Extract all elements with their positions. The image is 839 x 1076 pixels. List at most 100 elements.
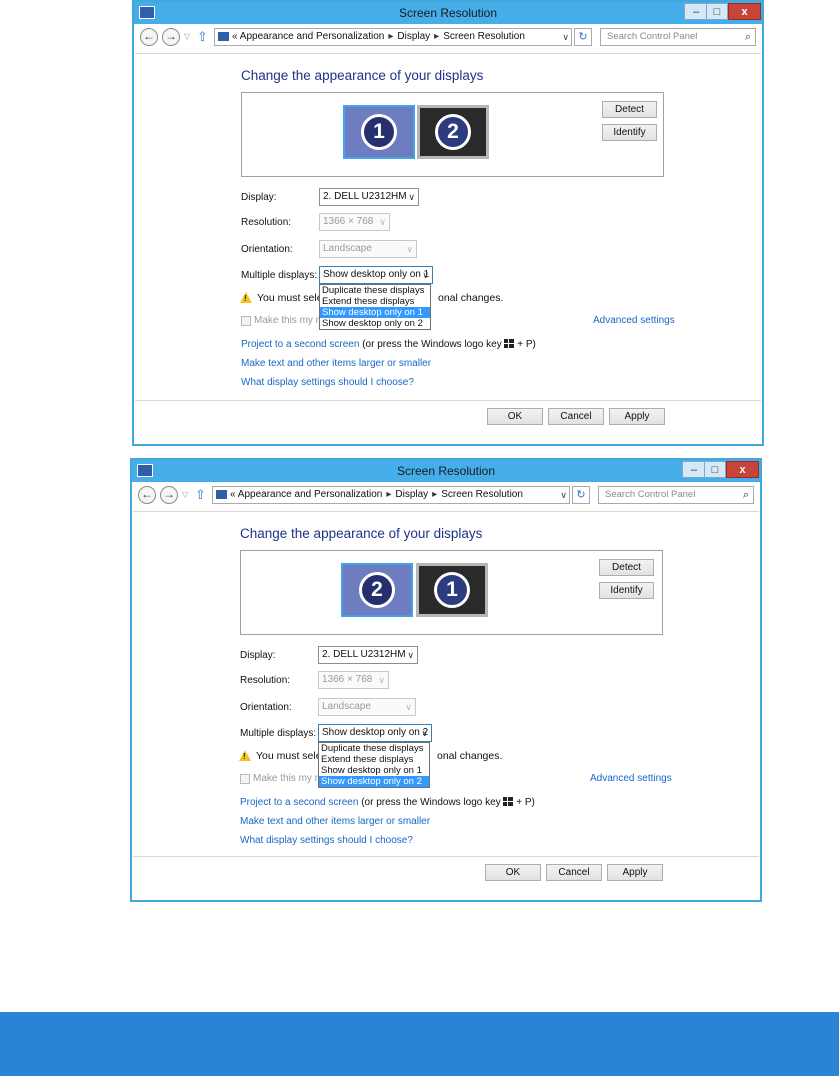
back-arrow-icon[interactable]: ← — [138, 486, 156, 504]
minimize-button[interactable]: – — [682, 461, 706, 478]
advanced-settings-link[interactable]: Advanced settings — [593, 315, 675, 326]
project-second-screen-line: Project to a second screen (or press the… — [240, 797, 535, 808]
search-icon[interactable]: ⌕ — [743, 487, 749, 503]
forward-arrow-icon[interactable]: → — [160, 486, 178, 504]
up-arrow-icon[interactable]: ⇧ — [195, 487, 206, 503]
detect-button[interactable]: Detect — [599, 559, 654, 576]
breadcrumb-item[interactable]: Screen Resolution — [441, 489, 523, 500]
search-placeholder: Search Control Panel — [605, 489, 696, 500]
monitor-1[interactable]: 1 — [343, 105, 415, 159]
address-bar[interactable]: « Appearance and Personalization ▸ Display… — [214, 28, 572, 46]
windows-logo-icon — [504, 339, 515, 348]
monitor-arrangement-area: 1 2 Detect Identify — [241, 92, 664, 177]
recent-pages-chevron-icon[interactable]: ▽ — [184, 32, 190, 41]
maximize-button[interactable]: □ — [704, 461, 726, 478]
window-title: Screen Resolution — [396, 464, 496, 478]
project-second-screen-link[interactable]: Project to a second screen — [241, 339, 359, 350]
monitor-arrangement-area: 2 1 Detect Identify — [240, 550, 663, 635]
option-show-only-1[interactable]: Show desktop only on 1 — [319, 765, 429, 776]
divider — [133, 856, 759, 857]
orientation-select: Landscape ∨ — [319, 240, 417, 258]
text-size-link[interactable]: Make text and other items larger or smal… — [241, 358, 431, 369]
breadcrumb: « Appearance and Personalization ▸ Display… — [232, 31, 525, 42]
display-settings-help-link[interactable]: What display settings should I choose? — [240, 835, 413, 846]
apply-button[interactable]: Apply — [607, 864, 663, 881]
breadcrumb-item[interactable]: Screen Resolution — [443, 31, 525, 42]
option-show-only-1[interactable]: Show desktop only on 1 — [320, 307, 430, 318]
identify-button[interactable]: Identify — [599, 582, 654, 599]
ok-button[interactable]: OK — [485, 864, 541, 881]
breadcrumb-item[interactable]: Appearance and Personalization — [238, 489, 383, 500]
multiple-displays-dropdown-list: Duplicate these displays Extend these di… — [319, 284, 431, 330]
display-select[interactable]: 2. DELL U2312HM ∨ — [319, 188, 419, 206]
up-arrow-icon[interactable]: ⇧ — [197, 29, 208, 45]
close-button[interactable]: x — [728, 3, 761, 20]
chevron-down-icon[interactable]: ∨ — [560, 487, 567, 503]
multiple-displays-label: Multiple displays: — [241, 270, 318, 281]
breadcrumb-item[interactable]: Display — [397, 31, 430, 42]
orientation-label: Orientation: — [240, 702, 292, 713]
identify-button[interactable]: Identify — [602, 124, 657, 141]
minimize-button[interactable]: – — [684, 3, 708, 20]
cancel-button[interactable]: Cancel — [548, 408, 604, 425]
option-duplicate[interactable]: Duplicate these displays — [320, 285, 430, 296]
multiple-displays-select[interactable]: Show desktop only on 1 ∨ — [319, 266, 433, 284]
screen-resolution-window-2: Screen Resolution – □ x ← → ▽ ⇧ « Appear… — [130, 458, 762, 902]
breadcrumb-item[interactable]: Display — [395, 489, 428, 500]
breadcrumb-overflow[interactable]: « — [232, 31, 238, 42]
option-extend[interactable]: Extend these displays — [320, 296, 430, 307]
forward-arrow-icon[interactable]: → — [162, 28, 180, 46]
resolution-label: Resolution: — [241, 217, 292, 228]
monitor-2[interactable]: 2 — [417, 105, 489, 159]
resolution-select: 1366 × 768 ∨ — [318, 671, 389, 689]
chevron-down-icon: ∨ — [406, 244, 413, 254]
display-select[interactable]: 2. DELL U2312HM ∨ — [318, 646, 418, 664]
orientation-select: Landscape ∨ — [318, 698, 416, 716]
chevron-down-icon: ∨ — [378, 675, 385, 685]
address-bar[interactable]: « Appearance and Personalization ▸ Display… — [212, 486, 570, 504]
text-size-link[interactable]: Make text and other items larger or smal… — [240, 816, 430, 827]
ok-button[interactable]: OK — [487, 408, 543, 425]
search-icon[interactable]: ⌕ — [745, 29, 751, 45]
address-row: ← → ▽ ⇧ « Appearance and Personalization… — [132, 482, 760, 510]
chevron-down-icon: ∨ — [407, 650, 414, 660]
cancel-button[interactable]: Cancel — [546, 864, 602, 881]
maximize-button[interactable]: □ — [706, 3, 728, 20]
display-label: Display: — [241, 192, 277, 203]
chevron-down-icon[interactable]: ∨ — [562, 29, 569, 45]
option-show-only-2[interactable]: Show desktop only on 2 — [319, 776, 429, 787]
search-input[interactable]: Search Control Panel ⌕ — [598, 486, 754, 504]
resolution-label: Resolution: — [240, 675, 291, 686]
multiple-displays-select[interactable]: Show desktop only on 2 ∨ — [318, 724, 432, 742]
search-input[interactable]: Search Control Panel ⌕ — [600, 28, 756, 46]
monitor-number: 2 — [359, 572, 395, 608]
breadcrumb-item[interactable]: Appearance and Personalization — [240, 31, 385, 42]
detect-button[interactable]: Detect — [602, 101, 657, 118]
warning-text-right: onal changes. — [437, 750, 503, 762]
project-second-screen-link[interactable]: Project to a second screen — [240, 797, 358, 808]
title-bar[interactable]: Screen Resolution – □ x — [134, 2, 762, 24]
monitor-1[interactable]: 1 — [416, 563, 488, 617]
apply-button[interactable]: Apply — [609, 408, 665, 425]
advanced-settings-link[interactable]: Advanced settings — [590, 773, 672, 784]
option-extend[interactable]: Extend these displays — [319, 754, 429, 765]
option-show-only-2[interactable]: Show desktop only on 2 — [320, 318, 430, 329]
display-label: Display: — [240, 650, 276, 661]
chevron-down-icon: ∨ — [408, 192, 415, 202]
refresh-icon[interactable]: ↻ — [572, 486, 590, 504]
recent-pages-chevron-icon[interactable]: ▽ — [182, 490, 188, 499]
monitor-2[interactable]: 2 — [341, 563, 413, 617]
display-settings-help-link[interactable]: What display settings should I choose? — [241, 377, 414, 388]
page-title: Change the appearance of your displays — [241, 68, 484, 83]
divider — [135, 53, 761, 54]
control-panel-icon — [216, 490, 227, 499]
close-button[interactable]: x — [726, 461, 759, 478]
option-duplicate[interactable]: Duplicate these displays — [319, 743, 429, 754]
warning-text-right: onal changes. — [438, 292, 504, 304]
back-arrow-icon[interactable]: ← — [140, 28, 158, 46]
page-footer-bar — [0, 1012, 839, 1076]
refresh-icon[interactable]: ↻ — [574, 28, 592, 46]
main-display-checkbox — [240, 774, 250, 784]
title-bar[interactable]: Screen Resolution – □ x — [132, 460, 760, 482]
breadcrumb-overflow[interactable]: « — [230, 489, 236, 500]
